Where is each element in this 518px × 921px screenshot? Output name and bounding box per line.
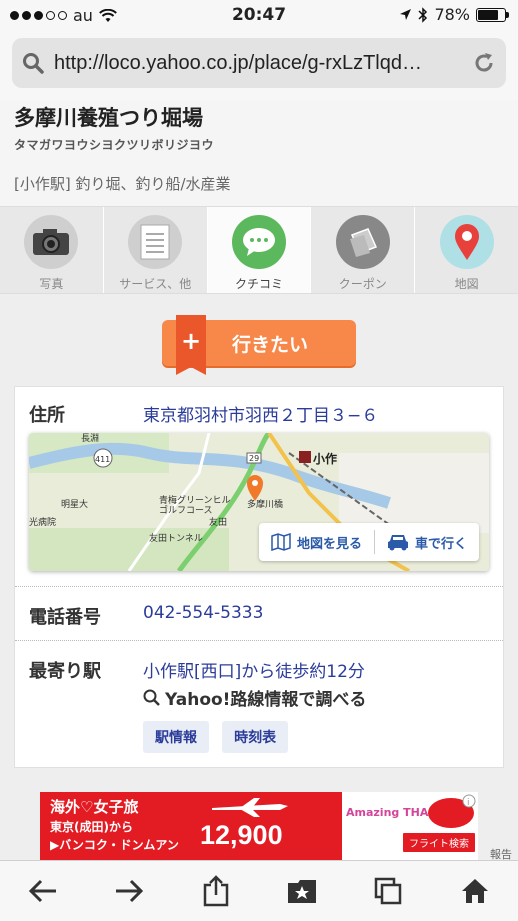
report-link[interactable]: 報告 xyxy=(490,846,512,860)
want-section: + 行きたい xyxy=(0,294,518,386)
tab-label: 地図 xyxy=(454,277,479,291)
status-bar: au 20:47 78% xyxy=(0,0,518,32)
tab-label: サービス、他 xyxy=(119,277,192,291)
want-to-go-label: 行きたい xyxy=(232,333,309,356)
place-category: [小作駅] 釣り堀、釣り船/水産業 xyxy=(14,175,231,193)
svg-text:光病院: 光病院 xyxy=(29,516,56,528)
station-chips: 駅情報 時刻表 xyxy=(143,721,296,753)
ad-destination: ▶バンコク・ドンムアン xyxy=(50,838,179,852)
svg-text:明星大: 明星大 xyxy=(61,498,88,510)
map-thumbnail[interactable]: 411 29 小作 明星大 青梅グリーンヒル ゴルフコース 多摩川橋 友田 友田… xyxy=(29,433,489,571)
ad-flight-search-button[interactable]: フライト検索 xyxy=(402,832,476,853)
speech-bubble-icon xyxy=(231,215,286,269)
address-row: 住所 東京都羽村市羽西２丁目３−６ 411 29 小作 明星大 青梅グリーンヒル… xyxy=(15,387,503,587)
plus-icon: + xyxy=(176,315,206,375)
address-bar[interactable]: http://loco.yahoo.co.jp/place/g-rxLzTlqd… xyxy=(12,38,506,88)
airplane-icon xyxy=(212,798,288,817)
ad-info-icon[interactable]: i xyxy=(462,794,476,808)
svg-text:長淵: 長淵 xyxy=(81,433,99,444)
view-map-label: 地図を見る xyxy=(296,536,362,552)
car-icon xyxy=(387,535,408,551)
place-header: 多摩川養殖つり堀場 タマガワヨウシヨクツリボリジヨウ [小作駅] 釣り堀、釣り船… xyxy=(0,100,518,206)
browser-header: http://loco.yahoo.co.jp/place/g-rxLzTlqd… xyxy=(0,32,518,100)
phone-row: 電話番号 042-554-5333 xyxy=(15,587,503,641)
bookmarks-icon[interactable] xyxy=(280,869,324,913)
phone-link[interactable]: 042-554-5333 xyxy=(143,603,263,623)
info-card: 住所 東京都羽村市羽西２丁目３−６ 411 29 小作 明星大 青梅グリーンヒル… xyxy=(14,386,504,768)
svg-text:友田トンネル: 友田トンネル xyxy=(149,532,203,544)
svg-text:i: i xyxy=(467,798,470,808)
tab-reviews[interactable]: クチコミ xyxy=(207,207,312,293)
view-map-button[interactable]: 地図を見る xyxy=(259,533,374,552)
phone-label: 電話番号 xyxy=(29,607,101,628)
station-link[interactable]: 小作駅[西口]から徒歩約12分 xyxy=(143,657,365,682)
ad-banner[interactable]: 海外♡女子旅 東京(成田)から ▶バンコク・ドンムアン 12,900 Amazi… xyxy=(40,792,478,860)
place-kana: タマガワヨウシヨクツリボリジヨウ xyxy=(14,138,215,152)
map-actions: 地図を見る 車で行く xyxy=(258,523,479,561)
route-search-label: Yahoo!路線情報で調べる xyxy=(165,690,367,710)
battery-percent: 78% xyxy=(434,5,470,24)
search-icon xyxy=(143,689,160,706)
share-icon[interactable] xyxy=(194,869,238,913)
tab-label: クチコミ xyxy=(234,277,283,291)
ad-origin: 東京(成田)から xyxy=(50,820,133,834)
place-name: 多摩川養殖つり堀場 xyxy=(14,106,203,130)
reload-icon[interactable] xyxy=(472,51,496,75)
address-label: 住所 xyxy=(29,405,65,426)
battery-icon xyxy=(476,7,509,22)
url-text[interactable]: http://loco.yahoo.co.jp/place/g-rxLzTlqd… xyxy=(54,52,454,75)
tab-services[interactable]: サービス、他 xyxy=(104,207,208,293)
drive-button[interactable]: 車で行く xyxy=(375,533,479,552)
map-icon xyxy=(271,533,291,551)
tab-label: 写真 xyxy=(39,277,64,291)
route-search-link[interactable]: Yahoo!路線情報で調べる xyxy=(143,685,366,710)
tab-map[interactable]: 地図 xyxy=(415,207,518,293)
ad-headline: 海外♡女子旅 xyxy=(50,798,139,816)
svg-text:29: 29 xyxy=(249,454,259,463)
timetable-button[interactable]: 時刻表 xyxy=(222,721,289,753)
svg-text:友田: 友田 xyxy=(209,516,227,528)
station-info-button[interactable]: 駅情報 xyxy=(143,721,209,753)
tab-bar: 写真 サービス、他 クチコミ クーポン 地図 xyxy=(0,206,518,294)
location-arrow-icon xyxy=(400,9,412,20)
camera-icon xyxy=(24,215,79,269)
want-to-go-button[interactable]: + 行きたい xyxy=(162,315,356,375)
ad-price: 12,900 xyxy=(200,820,283,850)
tab-coupon[interactable]: クーポン xyxy=(311,207,416,293)
address-link[interactable]: 東京都羽村市羽西２丁目３−６ xyxy=(143,401,378,426)
tab-photo[interactable]: 写真 xyxy=(0,207,104,293)
station-row: 最寄り駅 小作駅[西口]から徒歩約12分 Yahoo!路線情報で調べる 駅情報 … xyxy=(15,641,503,768)
status-right: 78% xyxy=(399,5,509,24)
svg-text:青梅グリーンヒル: 青梅グリーンヒル xyxy=(159,494,231,506)
search-icon xyxy=(23,53,44,74)
document-icon xyxy=(128,215,183,269)
station-label: 最寄り駅 xyxy=(29,661,101,682)
map-pin-icon xyxy=(439,215,494,269)
svg-text:小作: 小作 xyxy=(313,451,337,466)
svg-text:411: 411 xyxy=(95,455,110,464)
svg-text:多摩川橋: 多摩川橋 xyxy=(247,498,283,510)
forward-icon[interactable] xyxy=(107,869,151,913)
drive-label: 車で行く xyxy=(414,536,467,552)
home-icon[interactable] xyxy=(453,869,497,913)
browser-toolbar xyxy=(0,860,518,921)
page-content: 多摩川養殖つり堀場 タマガワヨウシヨクツリボリジヨウ [小作駅] 釣り堀、釣り船… xyxy=(0,100,518,860)
back-icon[interactable] xyxy=(21,869,65,913)
tabs-icon[interactable] xyxy=(366,869,410,913)
svg-text:ゴルフコース: ゴルフコース xyxy=(159,504,213,516)
bluetooth-icon xyxy=(418,6,428,23)
tab-label: クーポン xyxy=(338,277,387,291)
ad-brand-panel: Amazing THAILAND フライト検索 xyxy=(342,792,478,860)
coupon-icon xyxy=(335,215,390,269)
